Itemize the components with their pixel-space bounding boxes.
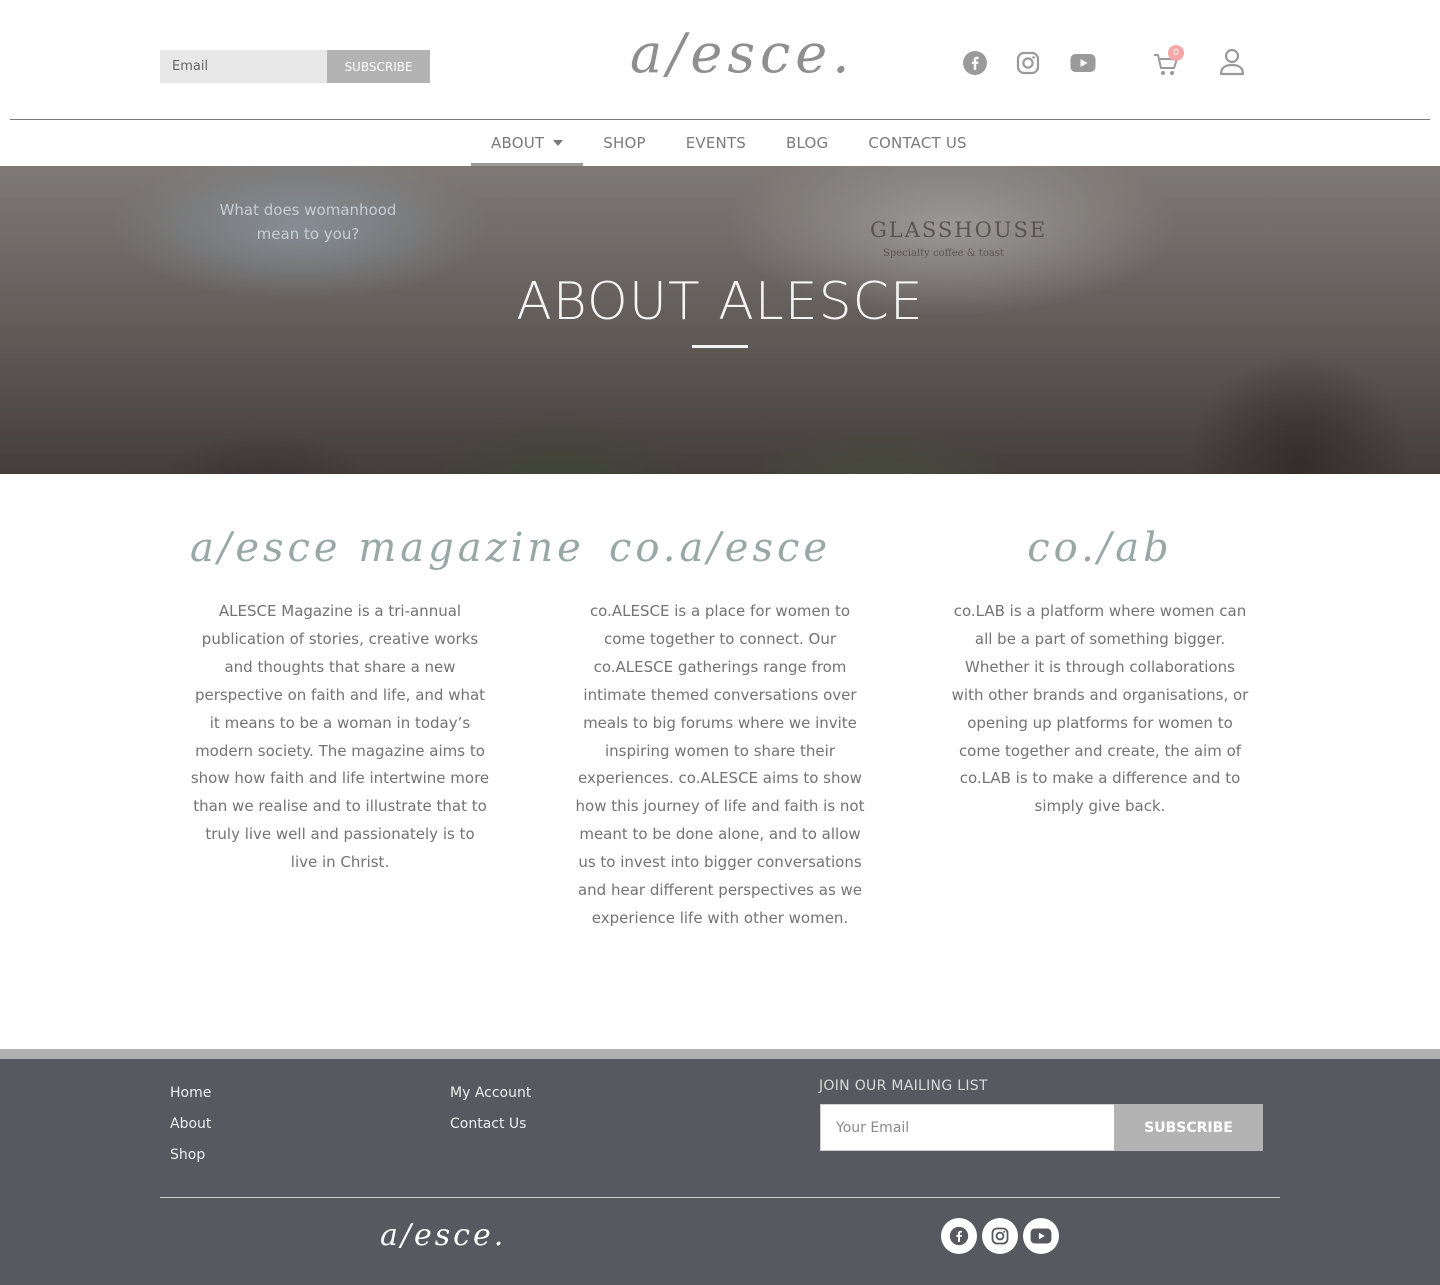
header-social-links <box>963 51 1097 75</box>
header-subscribe-form: Email SUBSCRIBE <box>160 50 430 83</box>
column-title: a/esce magazine <box>190 525 585 571</box>
instagram-icon[interactable] <box>1016 51 1040 75</box>
page-title: ABOUT ALESCE <box>516 272 924 332</box>
footer-links-secondary: My Account Contact Us <box>450 1084 531 1134</box>
footer-links-primary: Home About Shop <box>170 1084 211 1165</box>
facebook-icon[interactable] <box>963 51 987 75</box>
cart-count-badge: 0 <box>1168 45 1184 61</box>
header-subscribe-button[interactable]: SUBSCRIBE <box>327 50 430 83</box>
title-underline <box>692 345 748 348</box>
footer-link-contact[interactable]: Contact Us <box>450 1115 531 1134</box>
caret-down-icon <box>553 140 564 146</box>
mailing-list-title: JOIN OUR MAILING LIST <box>819 1078 988 1094</box>
instagram-icon <box>991 1227 1009 1245</box>
nav-item-shop[interactable]: SHOP <box>583 120 665 166</box>
column-title: co.a/esce <box>608 525 832 571</box>
nav-item-blog[interactable]: BLOG <box>766 120 848 166</box>
hero-glasshouse-subtext: Specialty coffee & toast <box>883 248 1004 259</box>
mailing-email-input[interactable]: Your Email <box>820 1104 1115 1151</box>
column-magazine: a/esce magazine ALESCE Magazine is a tri… <box>190 508 585 877</box>
footer-youtube-button[interactable] <box>1023 1218 1059 1254</box>
account-icon[interactable] <box>1219 48 1245 76</box>
site-footer: Home About Shop My Account Contact Us JO… <box>0 1059 1440 1285</box>
site-logo[interactable]: a/esce. <box>630 14 849 94</box>
facebook-icon <box>949 1226 969 1246</box>
nav-item-about[interactable]: ABOUT <box>471 120 584 166</box>
youtube-icon[interactable] <box>1069 51 1097 75</box>
hero-sign-text: What does womanhood mean to you? <box>219 201 397 243</box>
footer-social-links <box>941 1218 1059 1254</box>
footer-facebook-button[interactable] <box>941 1218 977 1254</box>
column-text: co.LAB is a platform where women can all… <box>951 602 1249 816</box>
column-coalesce: co.a/esce co.ALESCE is a place for women… <box>570 508 870 933</box>
youtube-icon <box>1030 1228 1052 1244</box>
footer-link-home[interactable]: Home <box>170 1084 211 1103</box>
nav-item-label: ABOUT <box>491 134 545 152</box>
column-text: ALESCE Magazine is a tri-annual publicat… <box>190 602 490 872</box>
footer-link-about[interactable]: About <box>170 1115 211 1134</box>
hero-glasshouse-sign: GLASSHOUSE <box>870 218 1048 242</box>
main-nav: ABOUT SHOP EVENTS BLOG CONTACT US <box>471 120 987 166</box>
column-title: co./ab <box>1027 525 1173 571</box>
footer-logo[interactable]: a/esce. <box>380 1211 503 1261</box>
hero-banner: What does womanhood mean to you? GLASSHO… <box>0 166 1440 474</box>
footer-instagram-button[interactable] <box>982 1218 1018 1254</box>
header-email-input[interactable]: Email <box>160 50 327 83</box>
footer-divider <box>160 1197 1280 1198</box>
footer-link-my-account[interactable]: My Account <box>450 1084 531 1103</box>
mailing-subscribe-button[interactable]: SUBSCRIBE <box>1114 1104 1263 1151</box>
footer-link-shop[interactable]: Shop <box>170 1146 211 1165</box>
column-colab: co./ab co.LAB is a platform where women … <box>950 508 1250 821</box>
nav-item-contact[interactable]: CONTACT US <box>848 120 986 166</box>
nav-item-events[interactable]: EVENTS <box>666 120 766 166</box>
column-text: co.ALESCE is a place for women to come t… <box>575 602 865 927</box>
footer-top-bar <box>0 1049 1440 1059</box>
site-header: Email SUBSCRIBE a/esce. 0 ABOUT SHOP EVE… <box>0 0 1440 166</box>
